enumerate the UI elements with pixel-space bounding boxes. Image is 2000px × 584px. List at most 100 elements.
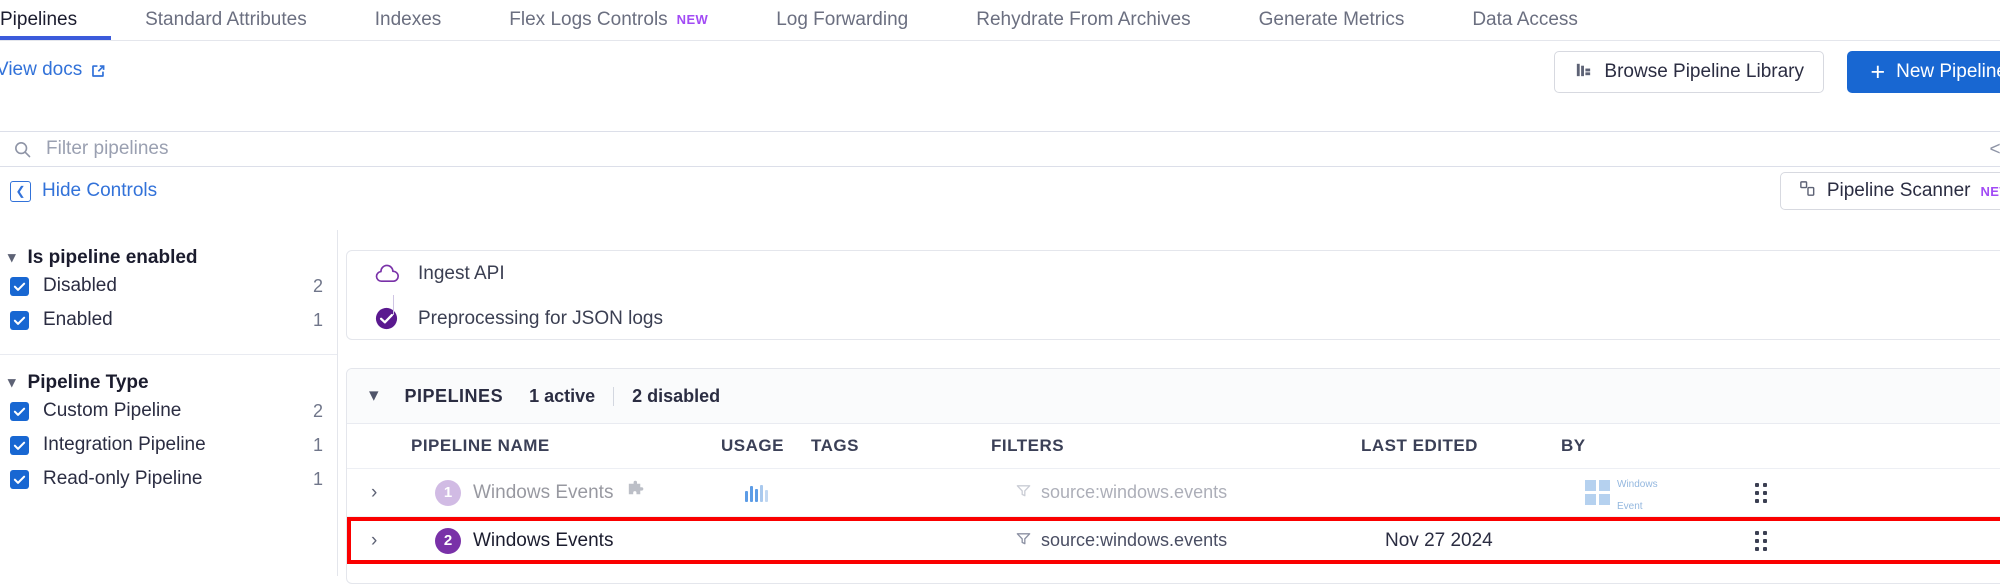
new-pipeline-button[interactable]: + New Pipeline [1847, 51, 2000, 93]
facet-option-enabled[interactable]: Enabled 1 [0, 303, 337, 337]
chevron-down-icon[interactable]: ▾ [369, 386, 379, 405]
facet-option-count: 1 [312, 468, 323, 489]
facet-option-read-only-pipeline[interactable]: Read-only Pipeline 1 [0, 462, 337, 496]
check-circle-icon [374, 306, 408, 331]
new-badge: NEW [1980, 183, 2000, 199]
scanner-icon [1798, 179, 1817, 204]
facet-option-label: Read-only Pipeline [43, 468, 203, 489]
tab-label: Rehydrate From Archives [976, 8, 1191, 30]
search-input[interactable] [44, 131, 2000, 167]
tab-rehydrate-from-archives[interactable]: Rehydrate From Archives [942, 0, 1224, 39]
windows-squares-icon [1585, 480, 1610, 505]
preprocessing-card: Ingest API Preprocessing for JSON logs [346, 250, 2000, 340]
search-icon [13, 140, 32, 159]
filter-query: source:windows.events [1041, 530, 1228, 550]
tab-pipelines[interactable]: Pipelines [0, 0, 112, 40]
drag-cell [1755, 530, 1795, 551]
tab-indexes[interactable]: Indexes [341, 0, 476, 39]
tab-label: Pipelines [0, 8, 78, 30]
hide-controls-label: Hide Controls [42, 180, 158, 201]
code-toggle-icon[interactable]: </> [1990, 139, 2000, 161]
facet-header[interactable]: ▾ Is pipeline enabled [0, 230, 337, 269]
browse-pipeline-library-button[interactable]: Browse Pipeline Library [1554, 51, 1824, 93]
integration-puzzle-icon [625, 479, 646, 506]
action-bar: View docs Browse Pipeline Library + New … [0, 40, 2000, 100]
facet-title: Pipeline Type [27, 372, 149, 393]
filter-pipelines-search[interactable]: </> [0, 131, 2000, 167]
facet-option-count: 1 [312, 309, 323, 330]
primary-nav: Pipelines Standard Attributes Indexes Fl… [0, 0, 2000, 41]
col-last-edited-head: LAST EDITED [1361, 436, 1478, 455]
checkbox-checked-icon[interactable] [10, 401, 29, 421]
divider [613, 386, 615, 406]
pipelines-panel-header[interactable]: ▾ PIPELINES 1 active 2 disabled [347, 369, 2000, 424]
external-link-icon [90, 62, 107, 79]
tab-label: Flex Logs Controls [509, 8, 668, 30]
checkbox-checked-icon[interactable] [10, 469, 29, 489]
pipeline-name-cell: 2 Windows Events [423, 527, 745, 554]
facet-sidebar: ▾ Is pipeline enabled Disabled 2 Enabled… [0, 230, 338, 576]
col-filters-head: FILTERS [991, 436, 1065, 455]
new-pipeline-label: New Pipeline [1896, 61, 2000, 82]
tab-standard-attributes[interactable]: Standard Attributes [111, 0, 341, 39]
tab-log-forwarding[interactable]: Log Forwarding [742, 0, 942, 39]
tab-data-access[interactable]: Data Access [1438, 0, 1612, 39]
drag-handle-icon[interactable] [1755, 482, 1795, 503]
pipeline-scanner-button[interactable]: Pipeline Scanner NEW [1779, 172, 2000, 210]
facet-option-custom-pipeline[interactable]: Custom Pipeline 2 [0, 394, 337, 428]
tab-generate-metrics[interactable]: Generate Metrics [1225, 0, 1439, 39]
collapse-left-icon: ❮ [10, 180, 31, 202]
view-docs-label: View docs [0, 59, 83, 80]
col-usage-head: USAGE [721, 436, 784, 455]
pipeline-connector-line [393, 295, 394, 315]
drag-cell [1755, 482, 1795, 503]
chevron-down-icon: ▾ [8, 373, 16, 391]
facet-option-disabled[interactable]: Disabled 2 [0, 269, 337, 303]
facet-option-label: Integration Pipeline [43, 434, 206, 455]
library-icon [1574, 60, 1593, 85]
checkbox-checked-icon[interactable] [10, 310, 29, 330]
filter-funnel-icon [1015, 482, 1032, 504]
filters-cell: source:windows.events [1015, 482, 1385, 504]
table-row[interactable]: › 2 Windows Events source:windows.events… [347, 517, 2000, 564]
facet-option-count: 1 [312, 434, 323, 455]
preprocessing-label: Preprocessing for JSON logs [418, 307, 663, 329]
windows-event-logo: Windows Event [1585, 471, 1665, 515]
facet-header[interactable]: ▾ Pipeline Type [0, 355, 337, 394]
usage-cell [745, 484, 835, 502]
checkbox-checked-icon[interactable] [10, 276, 29, 296]
preprocessing-label: Ingest API [418, 262, 505, 284]
facet-group-is-pipeline-enabled: ▾ Is pipeline enabled Disabled 2 Enabled… [0, 230, 337, 337]
disabled-count: 2 disabled [632, 385, 721, 406]
view-docs-link[interactable]: View docs [0, 59, 107, 81]
col-tags-head: TAGS [811, 436, 859, 455]
col-pipeline-name-head: PIPELINE NAME [411, 436, 550, 455]
windows-logo-text: Windows Event [1617, 478, 1658, 512]
preprocessing-row-ingest-api[interactable]: Ingest API [347, 251, 2000, 296]
pipeline-name: Windows Events [473, 481, 614, 503]
preprocessing-row-json-logs[interactable]: Preprocessing for JSON logs [347, 296, 2000, 341]
facet-option-count: 2 [312, 400, 323, 421]
row-expander-icon[interactable]: › [347, 482, 423, 504]
table-row[interactable]: › 1 Windows Events source:windows.events… [347, 469, 2000, 517]
pipeline-name: Windows Events [473, 529, 614, 551]
hide-controls-button[interactable]: ❮ Hide Controls [10, 180, 157, 202]
plus-icon: + [1870, 57, 1886, 86]
pipelines-panel: ▾ PIPELINES 1 active 2 disabled PIPELINE… [346, 368, 2000, 584]
facet-title: Is pipeline enabled [27, 247, 198, 268]
active-count: 1 active [529, 385, 596, 406]
browse-pipeline-library-label: Browse Pipeline Library [1604, 61, 1804, 82]
facet-option-label: Enabled [43, 309, 113, 330]
tab-label: Indexes [374, 8, 442, 30]
tab-label: Data Access [1472, 8, 1578, 30]
new-badge: NEW [676, 12, 709, 27]
tab-label: Log Forwarding [776, 8, 909, 30]
pipeline-order-badge: 1 [435, 479, 461, 506]
tab-flex-logs-controls[interactable]: Flex Logs Controls NEW [475, 0, 742, 39]
table-header-row: PIPELINE NAME USAGE TAGS FILTERS LAST ED… [347, 424, 2000, 469]
drag-handle-icon[interactable] [1755, 530, 1795, 551]
facet-option-integration-pipeline[interactable]: Integration Pipeline 1 [0, 428, 337, 462]
chevron-down-icon: ▾ [8, 248, 16, 266]
checkbox-checked-icon[interactable] [10, 435, 29, 455]
row-expander-icon[interactable]: › [347, 530, 423, 552]
